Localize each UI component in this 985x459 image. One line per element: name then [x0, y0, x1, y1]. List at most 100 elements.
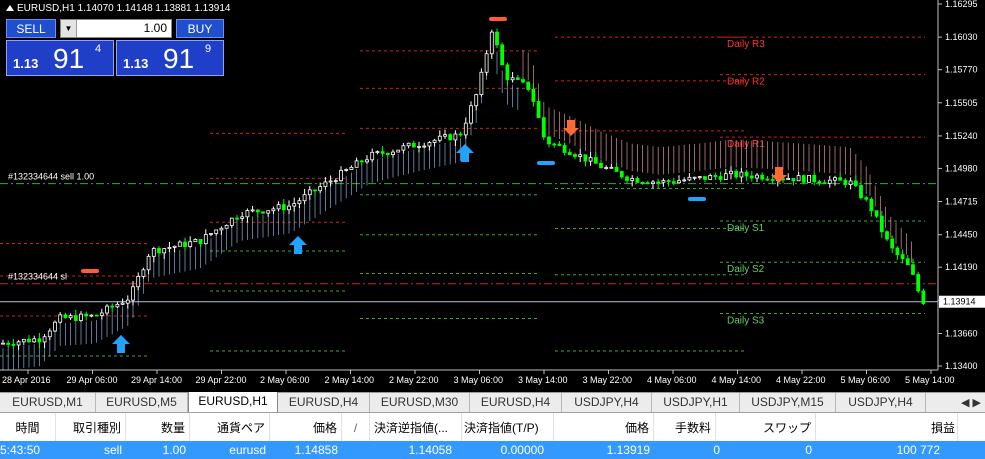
candle-body: [703, 176, 707, 180]
candle-body: [822, 182, 827, 185]
buy-signal-arrow-icon: [112, 335, 130, 353]
col-stop-loss[interactable]: 決済逆指値(...: [370, 413, 462, 441]
chevron-down-icon[interactable]: ▼: [61, 20, 77, 37]
candle-body: [734, 170, 739, 178]
col-price[interactable]: 価格: [270, 413, 342, 441]
candle-body: [651, 181, 655, 184]
tab-usdjpy-h1[interactable]: USDJPY,H1: [652, 393, 740, 412]
tab-eurusd-h4-2[interactable]: EURUSD,H4: [470, 393, 562, 412]
candle-body: [229, 217, 234, 226]
candle-body: [198, 238, 203, 245]
table-row[interactable]: 5:43:50 sell 1.00 eurusd 1.14858 1.14058…: [0, 441, 985, 459]
candle-body: [911, 264, 915, 275]
candle-body: [921, 290, 926, 305]
candle-body: [177, 241, 182, 247]
candle-body: [900, 254, 905, 260]
buy-price-prefix: 1.13: [123, 56, 149, 71]
candle-body: [94, 314, 99, 317]
col-commission[interactable]: 手数料: [654, 413, 716, 441]
candle-body: [630, 178, 635, 181]
candle-body: [838, 177, 843, 181]
buy-signal-arrow-icon: [456, 144, 474, 162]
candle-body: [484, 53, 489, 73]
cell-symbol: eurusd: [229, 443, 266, 457]
candle-body: [354, 160, 359, 168]
cell-swap: 0: [805, 443, 812, 457]
candle-body: [879, 215, 884, 233]
candle-body: [521, 79, 525, 83]
candle-body: [489, 31, 494, 55]
time-tick-label: 4 May 14:00: [712, 375, 762, 385]
candle-body: [817, 181, 822, 184]
candle-body: [307, 189, 312, 196]
tab-usdjpy-h4-2[interactable]: USDJPY,H4: [836, 393, 926, 412]
tab-usdjpy-m15[interactable]: USDJPY,M15: [740, 393, 836, 412]
candle-body: [151, 248, 156, 257]
cell-price: 1.14858: [294, 443, 338, 457]
candle-body: [21, 338, 26, 343]
time-tick-label: 2 May 22:00: [389, 375, 439, 385]
tab-eurusd-m1[interactable]: EURUSD,M1: [0, 393, 96, 412]
time-tick-label: 3 May 22:00: [583, 375, 633, 385]
candle-body: [245, 210, 250, 218]
tab-eurusd-m5[interactable]: EURUSD,M5: [96, 393, 188, 412]
col-swap[interactable]: スワップ: [716, 413, 816, 441]
tab-eurusd-h1[interactable]: EURUSD,H1: [188, 392, 278, 413]
candle-body: [536, 101, 541, 119]
candle-body: [635, 178, 640, 183]
cell-stop-loss: 1.14058: [408, 443, 452, 457]
candle-body: [474, 94, 479, 107]
col-volume[interactable]: 数量: [126, 413, 190, 441]
candle-body: [68, 315, 73, 319]
col-type[interactable]: 取引種別: [56, 413, 126, 441]
candle-body: [547, 136, 551, 145]
price-chart[interactable]: 1.16295 1.16030 1.15770 1.15505 1.15240 1.149…: [0, 0, 985, 392]
sell-label-button[interactable]: SELL: [6, 19, 56, 38]
candle-body: [859, 185, 863, 199]
candle-body: [417, 146, 421, 148]
tab-usdjpy-h4[interactable]: USDJPY,H4: [562, 393, 652, 412]
cell-profit: 100 772: [896, 443, 940, 457]
candle-body: [391, 151, 395, 155]
buy-price-button[interactable]: 1.13 91 9: [116, 40, 224, 76]
col-time[interactable]: 時間: [0, 413, 56, 441]
candle-body: [214, 229, 219, 234]
price-tick-label: 1.15770: [945, 65, 978, 75]
tab-eurusd-m30[interactable]: EURUSD,M30: [370, 393, 470, 412]
candle-body: [224, 224, 229, 229]
candle-body: [515, 77, 520, 80]
candle-body: [349, 166, 354, 170]
buy-label-button[interactable]: BUY: [176, 19, 224, 38]
lot-size-input[interactable]: ▼ 1.00: [60, 19, 172, 38]
sort-indicator-icon[interactable]: /: [342, 413, 370, 441]
trade-terminal: 時間 取引種別 数量 通貨ペア 価格 / 決済逆指値(... 決済指値(T/P)…: [0, 412, 985, 459]
col-profit[interactable]: 損益: [816, 413, 958, 441]
candle-body: [125, 299, 130, 304]
candle-body: [209, 233, 213, 235]
candle-body: [406, 142, 411, 147]
time-tick-label: 3 May 14:00: [518, 375, 568, 385]
tab-eurusd-h4[interactable]: EURUSD,H4: [278, 393, 370, 412]
candle-body: [323, 181, 328, 188]
price-tick-label: 1.16030: [945, 32, 978, 42]
col-symbol[interactable]: 通貨ペア: [190, 413, 270, 441]
candle-body: [432, 139, 437, 143]
candle-body: [443, 134, 447, 137]
buy-price-pips: 91: [163, 43, 195, 74]
tab-scroll-arrows-icon[interactable]: ◀ ▶: [961, 396, 981, 409]
candle-body: [744, 171, 749, 177]
candle-body: [47, 330, 52, 338]
col-take-profit[interactable]: 決済指値(T/P): [462, 413, 554, 441]
candle-body: [73, 315, 78, 321]
candle-body: [120, 302, 125, 305]
candle-body: [188, 241, 193, 247]
candle-body: [172, 245, 177, 248]
candle-body: [276, 204, 281, 210]
time-tick-label: 4 May 22:00: [776, 375, 826, 385]
sell-price-button[interactable]: 1.13 91 4: [6, 40, 114, 76]
candle-body: [661, 180, 666, 183]
candle-body: [671, 181, 676, 184]
candle-body: [411, 142, 416, 148]
candle-body: [869, 198, 874, 212]
col-current-price[interactable]: 価格: [554, 413, 654, 441]
